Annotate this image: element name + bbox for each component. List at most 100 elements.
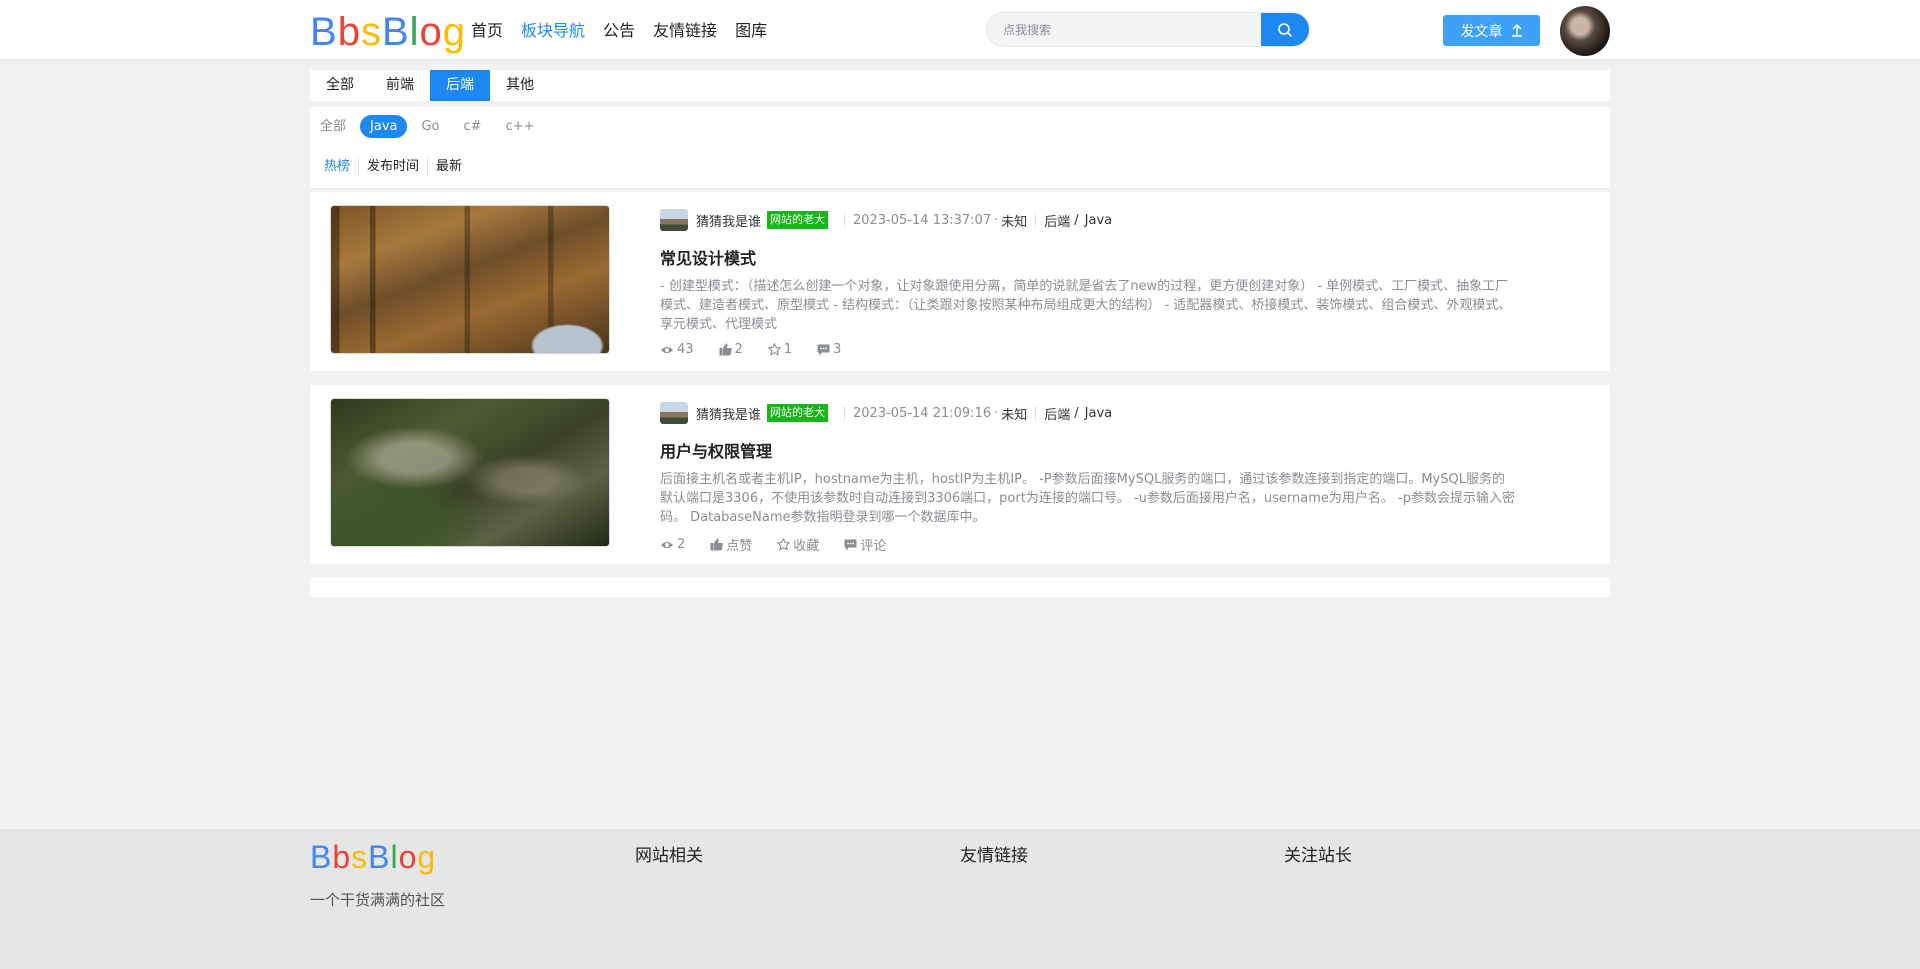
like-count: 2 — [734, 342, 743, 357]
post-article-label: 发文章 — [1460, 23, 1503, 40]
footer-slogan: 一个干货满满的社区 — [310, 891, 446, 909]
sort-latest[interactable]: 最新 — [427, 158, 470, 176]
subtag-java[interactable]: Java — [360, 115, 408, 138]
category-link[interactable]: 后端 — [1044, 211, 1070, 230]
article-stats: 2 点赞 收藏 评论 — [660, 535, 911, 554]
category-link[interactable]: 后端 — [1044, 404, 1070, 423]
search-input[interactable] — [987, 13, 1263, 46]
filter-panel: 全部 Java Go c# c++ 热榜 发布时间 最新 — [310, 107, 1610, 189]
tab-frontend[interactable]: 前端 — [370, 70, 430, 101]
logo-letter: B — [310, 839, 333, 875]
logo-letter: o — [398, 839, 418, 875]
top-navbar: BbsBlog 首页 板块导航 公告 友情链接 图库 发文章 — [0, 0, 1920, 59]
logo-letter: g — [442, 10, 467, 54]
comment-icon — [844, 539, 857, 550]
subtag-csharp[interactable]: c# — [454, 115, 492, 138]
article-summary: - 创建型模式：（描述怎么创建一个对象，让对象跟使用分离，简单的说就是省去了ne… — [660, 279, 1512, 332]
article-title[interactable]: 用户与权限管理 — [660, 438, 772, 462]
logo-letter: g — [417, 839, 437, 875]
favorite-count: 1 — [783, 342, 793, 357]
subcategory-link[interactable]: Java — [1085, 406, 1112, 421]
article-thumbnail[interactable] — [330, 398, 610, 547]
search-button[interactable] — [1261, 13, 1309, 46]
thumbs-up-icon — [710, 538, 724, 551]
subcategory-link[interactable]: Java — [1085, 213, 1112, 228]
view-count-value: 43 — [677, 342, 694, 357]
subtag-go[interactable]: Go — [411, 115, 449, 138]
article-summary: 后面接主机名或者主机IP，hostname为主机，hostIP为主机IP。 -P… — [660, 472, 1515, 525]
star-icon — [777, 538, 791, 551]
category-tabs: 全部 前端 后端 其他 — [310, 70, 1610, 101]
sort-publish-time[interactable]: 发布时间 — [358, 158, 427, 176]
article-meta: 猜猜我是谁 网站的老大 2023-05-14 13:37:07 · 未知 后端 … — [660, 208, 1112, 232]
thumbs-up-icon — [719, 343, 732, 356]
publish-date: 2023-05-14 13:37:07 — [853, 212, 992, 228]
eye-icon — [661, 541, 673, 548]
main-nav: 首页 板块导航 公告 友情链接 图库 — [471, 19, 785, 43]
favorite-label: 收藏 — [793, 539, 820, 554]
comment-icon — [817, 344, 830, 355]
logo-letter: o — [419, 10, 443, 54]
subtag-all[interactable]: 全部 — [310, 115, 356, 138]
logo-letter: B — [381, 10, 410, 54]
tab-other[interactable]: 其他 — [490, 70, 550, 101]
user-avatar[interactable] — [1560, 6, 1610, 56]
nav-board-navigation[interactable]: 板块导航 — [521, 19, 585, 43]
eye-icon — [661, 346, 673, 353]
post-article-button[interactable]: 发文章 — [1443, 15, 1540, 46]
article-thumbnail[interactable] — [330, 205, 610, 354]
logo-letter: B — [368, 839, 391, 875]
like-button[interactable]: 点赞 — [710, 535, 752, 554]
logo-letter: l — [409, 10, 420, 54]
like-label: 点赞 — [726, 539, 753, 554]
divider — [1035, 213, 1037, 227]
nav-home[interactable]: 首页 — [471, 19, 503, 43]
like-button[interactable]: 2 — [719, 342, 743, 357]
author-badge: 网站的老大 — [767, 404, 829, 422]
author-badge: 网站的老大 — [767, 211, 829, 229]
nav-announcement[interactable]: 公告 — [603, 19, 635, 43]
author-name[interactable]: 猜猜我是谁 — [696, 211, 761, 230]
star-icon — [767, 343, 781, 356]
sort-hot[interactable]: 热榜 — [324, 158, 358, 176]
view-count-value: 2 — [677, 537, 686, 552]
footer-heading-follow: 关注站长 — [1284, 846, 1352, 866]
tab-backend[interactable]: 后端 — [430, 70, 490, 101]
favorite-button[interactable]: 1 — [767, 342, 793, 357]
article-card: 猜猜我是谁 网站的老大 2023-05-14 13:37:07 · 未知 后端 … — [310, 192, 1610, 371]
view-count: 43 — [660, 342, 694, 357]
site-logo[interactable]: BbsBlog — [310, 6, 466, 58]
logo-letter: s — [351, 839, 369, 875]
breadcrumb-separator: / — [1074, 212, 1079, 228]
nav-gallery[interactable]: 图库 — [735, 19, 767, 43]
logo-letter: b — [337, 10, 361, 54]
comment-button[interactable]: 3 — [817, 342, 841, 357]
location: 未知 — [1001, 214, 1028, 230]
divider — [844, 406, 846, 420]
logo-letter: b — [332, 839, 352, 875]
comment-label: 评论 — [860, 539, 887, 554]
author-avatar[interactable] — [660, 209, 688, 231]
article-title[interactable]: 常见设计模式 — [660, 245, 756, 269]
search-box — [986, 12, 1310, 47]
publish-date: 2023-05-14 21:09:16 — [853, 405, 992, 421]
footer-heading-site: 网站相关 — [635, 846, 703, 866]
comment-button[interactable]: 评论 — [844, 535, 886, 554]
footer-logo[interactable]: BbsBlog — [310, 839, 436, 876]
list-end-strip — [310, 578, 1610, 597]
author-avatar[interactable] — [660, 402, 688, 424]
divider — [1035, 406, 1037, 420]
footer-heading-friend-links: 友情链接 — [960, 846, 1028, 866]
view-count: 2 — [660, 537, 685, 552]
author-name[interactable]: 猜猜我是谁 — [696, 404, 761, 423]
dot-separator: · — [994, 212, 999, 228]
favorite-button[interactable]: 收藏 — [777, 535, 819, 554]
subtag-cpp[interactable]: c++ — [496, 115, 545, 138]
search-icon — [1278, 22, 1292, 37]
tab-all[interactable]: 全部 — [310, 70, 370, 101]
location: 未知 — [1001, 407, 1028, 423]
breadcrumb-separator: / — [1074, 405, 1079, 421]
nav-friend-links[interactable]: 友情链接 — [653, 19, 717, 43]
upload-icon — [1511, 24, 1522, 37]
site-footer: BbsBlog 一个干货满满的社区 网站相关 友情链接 关注站长 — [0, 829, 1920, 969]
